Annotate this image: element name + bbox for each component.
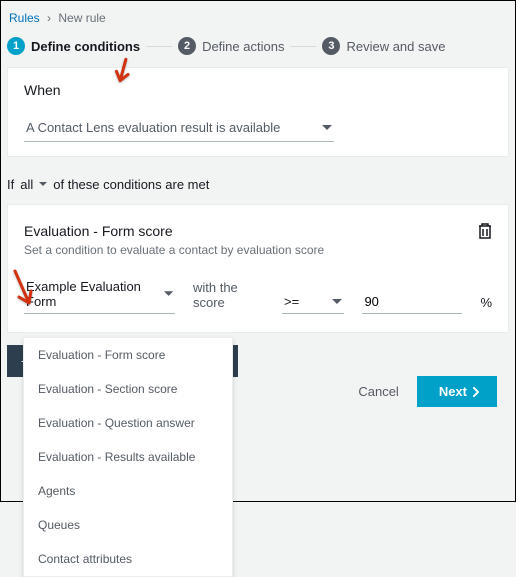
when-label: When [24, 82, 492, 98]
wizard-steps: 1 Define conditions 2 Define actions 3 R… [7, 33, 509, 67]
trash-icon [478, 223, 492, 239]
breadcrumb-current: New rule [58, 11, 105, 25]
breadcrumb-root-link[interactable]: Rules [9, 11, 40, 25]
step-define-conditions[interactable]: 1 Define conditions [7, 37, 140, 55]
dropdown-item-results-available[interactable]: Evaluation - Results available [24, 440, 232, 474]
chevron-down-icon [39, 182, 47, 187]
next-label: Next [439, 384, 467, 399]
when-card: When A Contact Lens evaluation result is… [7, 67, 509, 157]
breadcrumb-separator: › [47, 11, 51, 25]
operator-select[interactable]: >= [282, 290, 344, 314]
step-number: 1 [7, 37, 25, 55]
condition-form-row: Example Evaluation Form with the score >… [24, 275, 492, 314]
callout-arrow-add-condition [9, 269, 37, 314]
step-label: Define actions [202, 39, 284, 54]
percent-label: % [480, 295, 492, 314]
dropdown-item-question-answer[interactable]: Evaluation - Question answer [24, 406, 232, 440]
dropdown-item-form-score[interactable]: Evaluation - Form score [24, 338, 232, 372]
condition-mode-value: all [20, 177, 33, 192]
evaluation-form-value: Example Evaluation Form [26, 279, 164, 309]
chevron-down-icon [164, 289, 173, 299]
dropdown-item-queues[interactable]: Queues [24, 508, 232, 542]
condition-subtitle: Set a condition to evaluate a contact by… [24, 243, 492, 257]
condition-mode-select[interactable]: all [18, 177, 49, 192]
step-review-save[interactable]: 3 Review and save [322, 37, 445, 55]
step-label: Define conditions [31, 39, 140, 54]
operator-value: >= [284, 294, 299, 309]
dropdown-item-contact-attributes[interactable]: Contact attributes [24, 542, 232, 576]
dropdown-item-agents[interactable]: Agents [24, 474, 232, 508]
step-number: 3 [322, 37, 340, 55]
delete-condition-button[interactable] [478, 223, 492, 242]
cancel-button[interactable]: Cancel [358, 384, 398, 399]
step-connector [146, 46, 172, 47]
step-define-actions[interactable]: 2 Define actions [178, 37, 284, 55]
breadcrumb: Rules › New rule [7, 7, 509, 33]
condition-title: Evaluation - Form score [24, 223, 492, 239]
chevron-right-icon [473, 387, 479, 397]
condition-suffix: of these conditions are met [53, 177, 209, 192]
chevron-down-icon [332, 297, 342, 307]
trigger-select[interactable]: A Contact Lens evaluation result is avai… [24, 114, 334, 142]
callout-arrow-when [113, 57, 133, 90]
step-connector [290, 46, 316, 47]
with-score-label: with the score [193, 280, 264, 314]
score-value-input[interactable] [362, 290, 462, 314]
step-number: 2 [178, 37, 196, 55]
add-condition-dropdown: Evaluation - Form score Evaluation - Sec… [23, 337, 233, 577]
wizard-footer: Cancel Next [358, 376, 497, 407]
if-label: If [7, 177, 14, 192]
next-button[interactable]: Next [417, 376, 497, 407]
chevron-down-icon [322, 123, 332, 133]
evaluation-form-select[interactable]: Example Evaluation Form [24, 275, 175, 314]
condition-mode-row: If all of these conditions are met [7, 167, 509, 204]
condition-card: Evaluation - Form score Set a condition … [7, 204, 509, 333]
step-label: Review and save [346, 39, 445, 54]
dropdown-item-section-score[interactable]: Evaluation - Section score [24, 372, 232, 406]
trigger-value: A Contact Lens evaluation result is avai… [26, 120, 280, 135]
